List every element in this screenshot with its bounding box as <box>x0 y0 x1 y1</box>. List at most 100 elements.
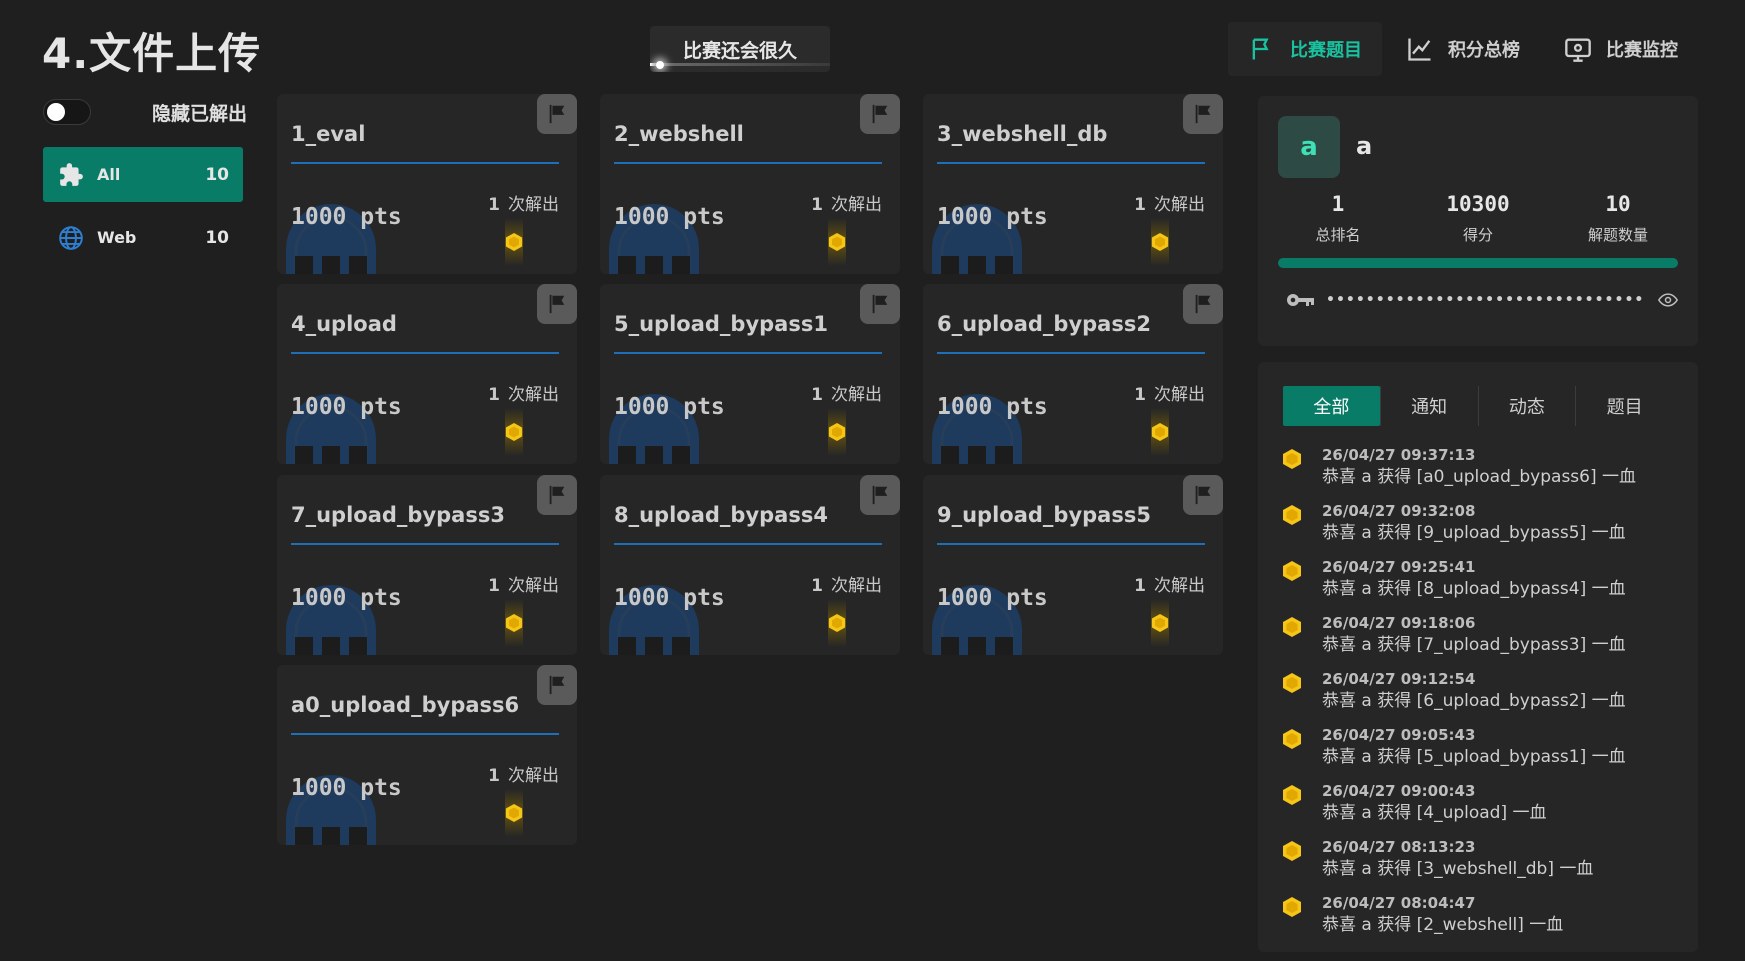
challenge-solves: 1 次解出 <box>811 190 882 215</box>
first-blood-medal-icon <box>1282 446 1306 490</box>
tab-notice[interactable]: 通知 <box>1379 386 1478 426</box>
challenge-solves: 1 次解出 <box>811 380 882 405</box>
challenge-underline <box>937 352 1205 354</box>
category-web-count: 10 <box>205 227 229 248</box>
challenge-card[interactable]: 4_upload 1000 pts 1 次解出 <box>277 284 577 464</box>
nav-scoreboard[interactable]: 积分总榜 <box>1386 22 1540 76</box>
challenge-card[interactable]: 7_upload_bypass3 1000 pts 1 次解出 <box>277 475 577 655</box>
event-item: 26/04/27 09:12:54 恭喜 a 获得 [6_upload_bypa… <box>1282 670 1636 714</box>
challenge-underline <box>291 543 559 545</box>
challenge-points: 1000 pts <box>937 585 1048 611</box>
event-time: 26/04/27 08:13:23 <box>1322 838 1476 856</box>
challenge-card[interactable]: 3_webshell_db 1000 pts 1 次解出 <box>923 94 1223 274</box>
challenge-card[interactable]: 5_upload_bypass1 1000 pts 1 次解出 <box>600 284 900 464</box>
challenge-underline <box>937 162 1205 164</box>
first-blood-medal-icon <box>1282 502 1306 546</box>
first-blood-medal-icon <box>1282 670 1306 714</box>
globe-icon <box>57 224 85 252</box>
hide-solved-switch[interactable] <box>43 99 91 125</box>
event-list: 26/04/27 09:37:13 恭喜 a 获得 [a0_upload_byp… <box>1282 446 1636 950</box>
challenge-card[interactable]: 1_eval 1000 pts 1 次解出 <box>277 94 577 274</box>
stat-score: 10300 得分 <box>1418 192 1538 245</box>
key-icon <box>1287 294 1314 306</box>
user-profile-card: a a 1 总排名 10300 得分 10 解题数量 •••••••••••••… <box>1258 96 1698 346</box>
event-item: 26/04/27 08:13:23 恭喜 a 获得 [3_webshell_db… <box>1282 838 1636 882</box>
challenge-solves: 1 次解出 <box>488 761 559 786</box>
event-message: 恭喜 a 获得 [8_upload_bypass4] 一血 <box>1322 579 1626 599</box>
token-row: •••••••••••••••••••••••••••••••• <box>1286 292 1678 308</box>
nav-scoreboard-label: 积分总榜 <box>1448 40 1520 61</box>
first-blood-medal-icon <box>1151 599 1169 647</box>
challenge-solves: 1 次解出 <box>488 571 559 596</box>
challenge-card[interactable]: 8_upload_bypass4 1000 pts 1 次解出 <box>600 475 900 655</box>
challenge-solves: 1 次解出 <box>1134 571 1205 596</box>
event-body: 26/04/27 09:12:54 恭喜 a 获得 [6_upload_bypa… <box>1322 670 1626 714</box>
challenge-solves-count: 1 <box>488 576 500 596</box>
challenge-name: 3_webshell_db <box>937 122 1108 146</box>
category-web[interactable]: Web 10 <box>43 210 243 265</box>
status-label: 比赛还会很久 <box>682 39 797 62</box>
flag-icon <box>860 94 900 134</box>
first-blood-medal-icon <box>828 408 846 456</box>
nav-monitor[interactable]: 比赛监控 <box>1544 22 1698 76</box>
challenge-solves-label: 次解出 <box>831 576 882 596</box>
challenge-name: 2_webshell <box>614 122 744 146</box>
challenge-solves-count: 1 <box>811 385 823 405</box>
event-item: 26/04/27 09:37:13 恭喜 a 获得 [a0_upload_byp… <box>1282 446 1636 490</box>
first-blood-medal-icon <box>1282 782 1306 826</box>
tab-challenges[interactable]: 题目 <box>1575 386 1673 426</box>
flag-icon <box>1183 475 1223 515</box>
challenge-solves: 1 次解出 <box>1134 380 1205 405</box>
event-time: 26/04/27 09:05:43 <box>1322 726 1476 744</box>
challenge-card[interactable]: a0_upload_bypass6 1000 pts 1 次解出 <box>277 665 577 845</box>
first-blood-medal-icon <box>1282 838 1306 882</box>
challenge-card[interactable]: 2_webshell 1000 pts 1 次解出 <box>600 94 900 274</box>
challenge-underline <box>291 162 559 164</box>
event-body: 26/04/27 09:05:43 恭喜 a 获得 [5_upload_bypa… <box>1322 726 1626 770</box>
competition-status: 比赛还会很久 <box>650 26 830 72</box>
challenge-points: 1000 pts <box>937 394 1048 420</box>
event-body: 26/04/27 09:32:08 恭喜 a 获得 [9_upload_bypa… <box>1322 502 1626 546</box>
first-blood-medal-icon <box>1151 408 1169 456</box>
puzzle-icon <box>57 161 85 189</box>
challenge-points: 1000 pts <box>614 204 725 230</box>
flag-icon <box>537 475 577 515</box>
challenge-name: 1_eval <box>291 122 366 146</box>
stat-score-value: 10300 <box>1446 192 1510 216</box>
nav-challenges-label: 比赛题目 <box>1290 40 1362 61</box>
stat-solved: 10 解题数量 <box>1558 192 1678 245</box>
challenge-name: 9_upload_bypass5 <box>937 503 1151 527</box>
hide-solved-label: 隐藏已解出 <box>151 102 247 125</box>
flag-icon <box>537 284 577 324</box>
tab-all[interactable]: 全部 <box>1283 386 1380 426</box>
event-time: 26/04/27 09:12:54 <box>1322 670 1476 688</box>
stat-rank-value: 1 <box>1331 192 1345 216</box>
event-time: 26/04/27 09:00:43 <box>1322 782 1476 800</box>
category-web-name: Web <box>97 228 137 247</box>
flag-icon <box>1252 38 1269 60</box>
stat-rank: 1 总排名 <box>1278 192 1398 245</box>
challenge-name: 7_upload_bypass3 <box>291 503 505 527</box>
challenge-name: 5_upload_bypass1 <box>614 312 828 336</box>
first-blood-medal-icon <box>828 599 846 647</box>
challenge-card[interactable]: 6_upload_bypass2 1000 pts 1 次解出 <box>923 284 1223 464</box>
challenge-points: 1000 pts <box>614 394 725 420</box>
category-all[interactable]: All 10 <box>43 147 243 202</box>
page-title: 4.文件上传 <box>42 29 262 78</box>
stat-rank-label: 总排名 <box>1315 226 1361 244</box>
eye-icon[interactable] <box>1658 293 1678 307</box>
challenge-solves: 1 次解出 <box>488 190 559 215</box>
first-blood-medal-icon <box>1282 894 1306 938</box>
challenge-card[interactable]: 9_upload_bypass5 1000 pts 1 次解出 <box>923 475 1223 655</box>
challenge-underline <box>614 352 882 354</box>
challenge-solves-count: 1 <box>811 195 823 215</box>
flag-icon <box>537 665 577 705</box>
tab-activity[interactable]: 动态 <box>1477 386 1576 426</box>
event-message: 恭喜 a 获得 [9_upload_bypass5] 一血 <box>1322 523 1626 543</box>
challenge-solves-label: 次解出 <box>831 195 882 215</box>
challenge-solves-label: 次解出 <box>508 766 559 786</box>
nav-challenges[interactable]: 比赛题目 <box>1228 22 1382 76</box>
challenge-name: 4_upload <box>291 312 397 336</box>
event-item: 26/04/27 08:04:47 恭喜 a 获得 [2_webshell] 一… <box>1282 894 1636 938</box>
event-body: 26/04/27 08:13:23 恭喜 a 获得 [3_webshell_db… <box>1322 838 1593 882</box>
